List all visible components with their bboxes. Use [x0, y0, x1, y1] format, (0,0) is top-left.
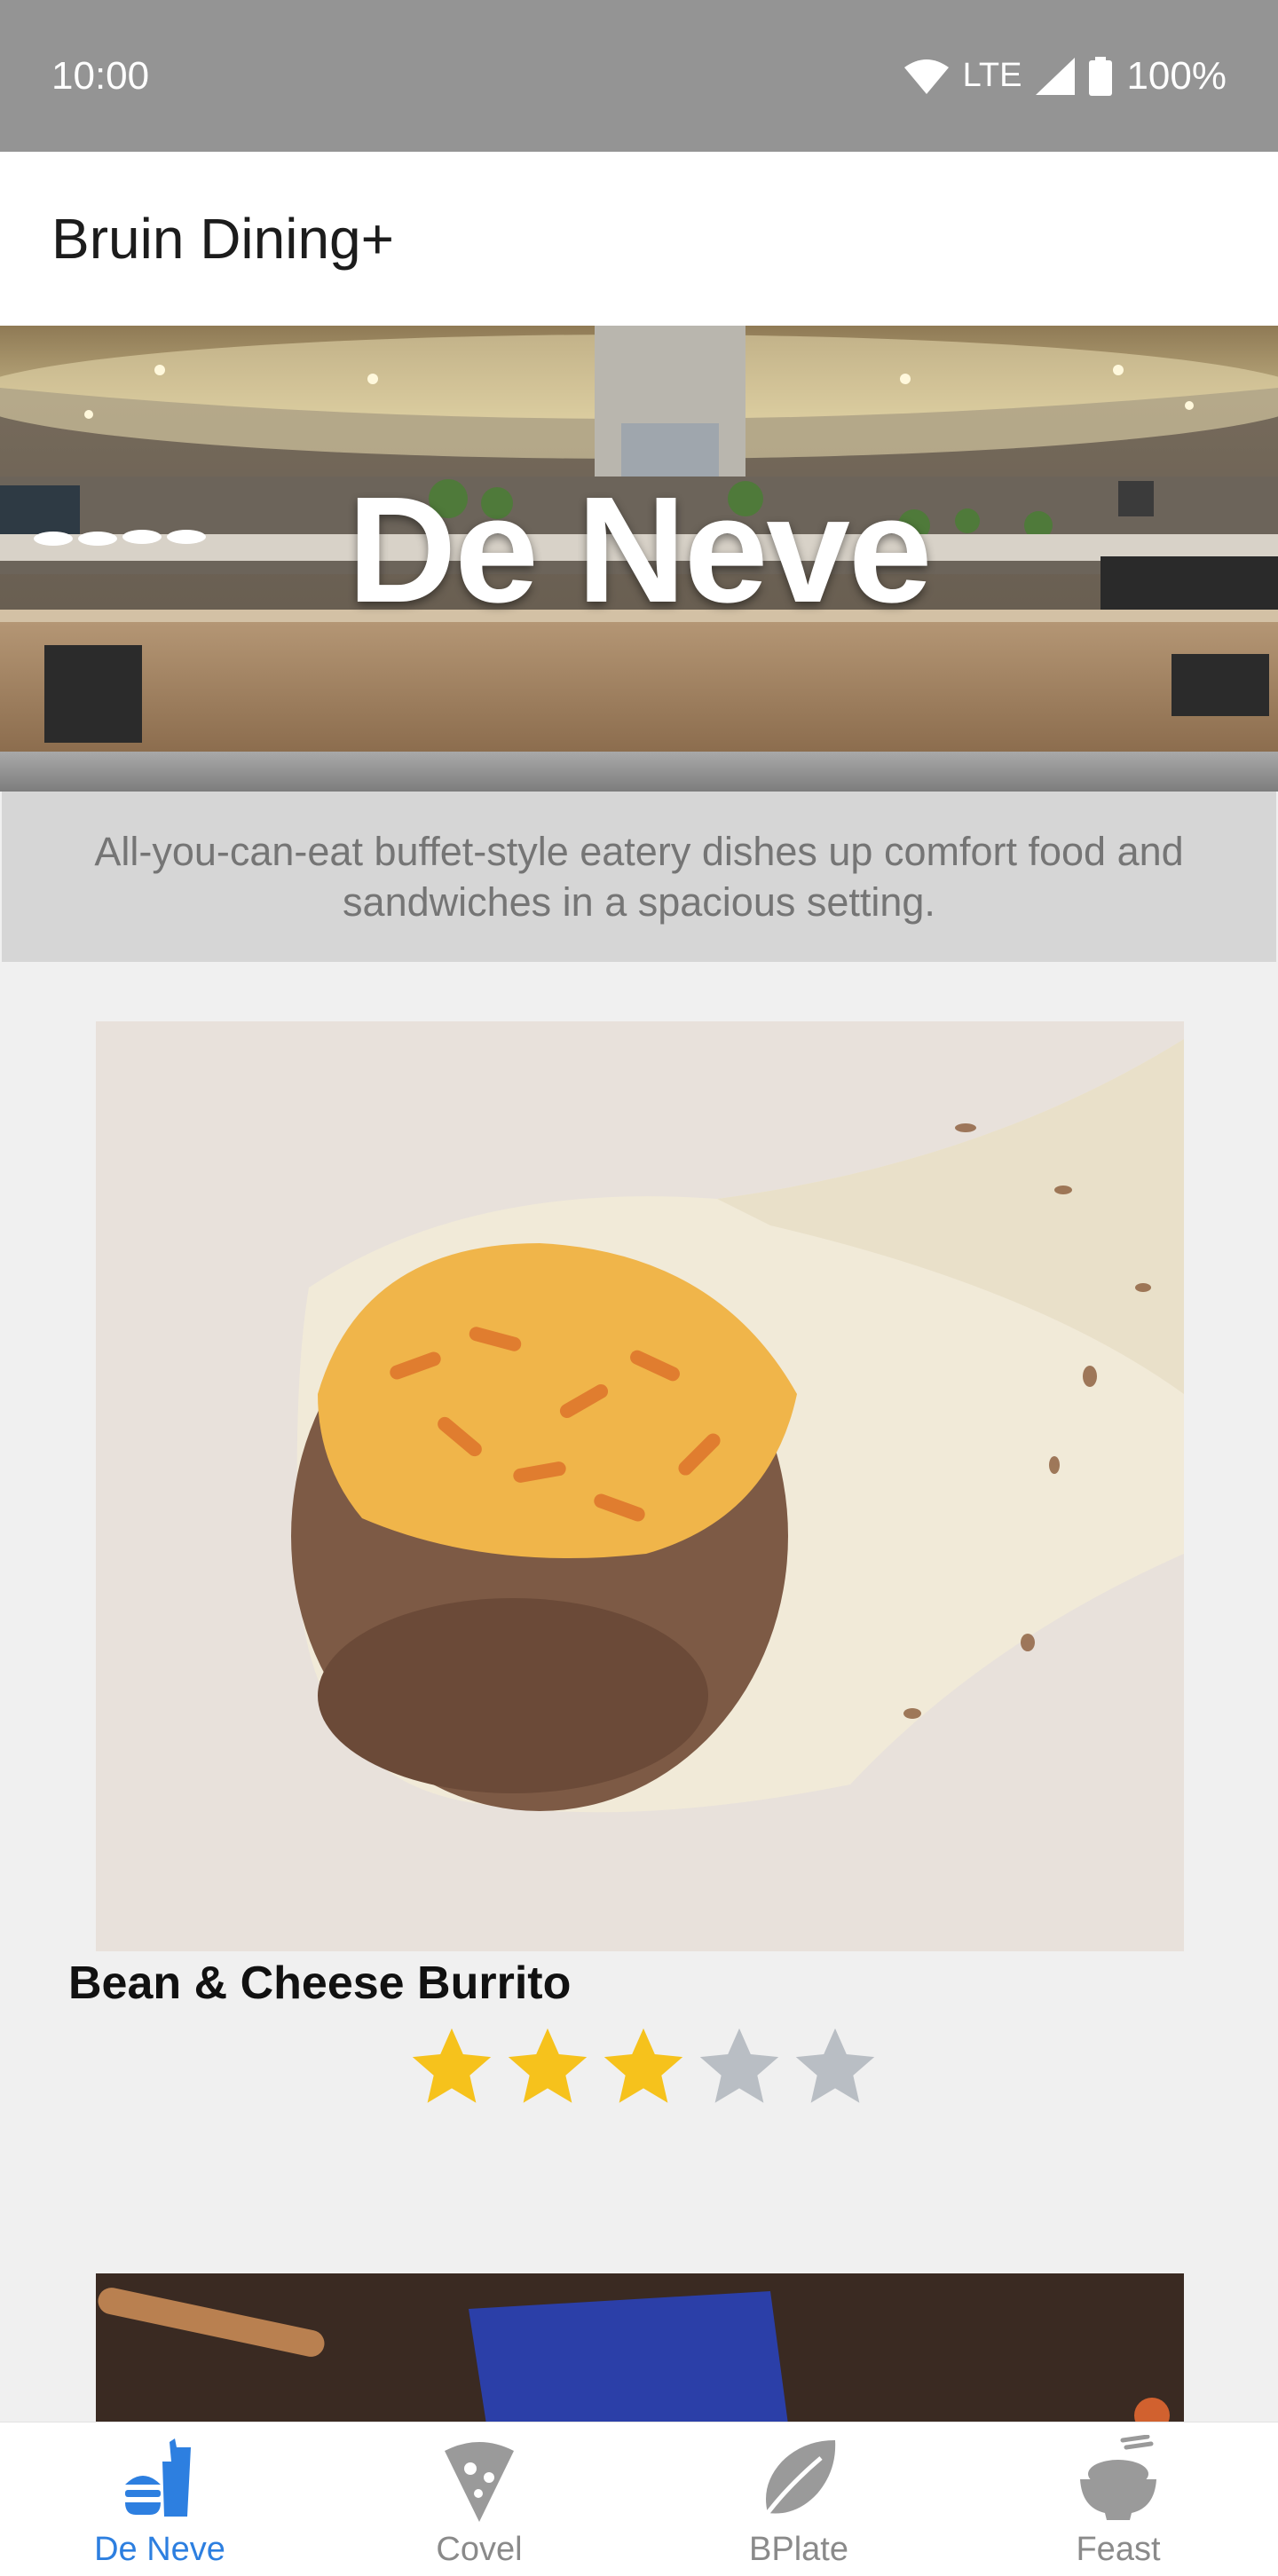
app-title: Bruin Dining+: [51, 207, 394, 271]
status-icons: LTE 100%: [903, 53, 1227, 98]
next-dish-photo: [96, 2273, 1184, 2424]
nav-tab-feast[interactable]: Feast: [958, 2422, 1278, 2576]
status-time: 10:00: [51, 53, 150, 98]
menu-item-image[interactable]: [96, 1021, 1184, 1951]
star-empty-icon[interactable]: [787, 2021, 883, 2115]
rating-stars[interactable]: [404, 2021, 883, 2115]
burrito-photo: [96, 1021, 1184, 1951]
burger-drink-icon: [125, 2438, 191, 2517]
nav-label-de-neve: De Neve: [94, 2531, 225, 2568]
nav-label-bplate: BPlate: [749, 2531, 848, 2568]
rice-bowl-icon: [1080, 2435, 1156, 2520]
pizza-slice-icon: [445, 2442, 514, 2522]
cell-signal-icon: [1036, 57, 1076, 95]
nav-tab-bplate[interactable]: BPlate: [639, 2422, 958, 2576]
nav-label-feast: Feast: [1076, 2531, 1161, 2568]
dining-hall-name: De Neve: [347, 465, 933, 634]
menu-item-image-next[interactable]: [96, 2273, 1184, 2424]
battery-icon: [1089, 56, 1113, 96]
star-filled-icon[interactable]: [596, 2021, 691, 2115]
dining-hall-hero: De Neve: [0, 326, 1278, 792]
leaf-icon: [760, 2440, 836, 2522]
nav-tab-covel[interactable]: Covel: [320, 2422, 639, 2576]
app-bar: Bruin Dining+: [0, 152, 1278, 326]
dining-hall-description: All-you-can-eat buffet-style eatery dish…: [2, 792, 1276, 962]
star-empty-icon[interactable]: [691, 2021, 787, 2115]
battery-percent: 100%: [1126, 53, 1227, 98]
nav-tab-de-neve[interactable]: De Neve: [0, 2422, 320, 2576]
star-filled-icon[interactable]: [500, 2021, 596, 2115]
nav-label-covel: Covel: [436, 2531, 523, 2568]
bottom-navigation: De Neve Covel BPlate Feast: [0, 2422, 1278, 2576]
menu-item-name[interactable]: Bean & Cheese Burrito: [68, 1957, 571, 2010]
status-bar: 10:00 LTE 100%: [0, 0, 1278, 152]
star-filled-icon[interactable]: [404, 2021, 500, 2115]
wifi-icon: [903, 59, 949, 94]
network-type: LTE: [962, 57, 1022, 94]
